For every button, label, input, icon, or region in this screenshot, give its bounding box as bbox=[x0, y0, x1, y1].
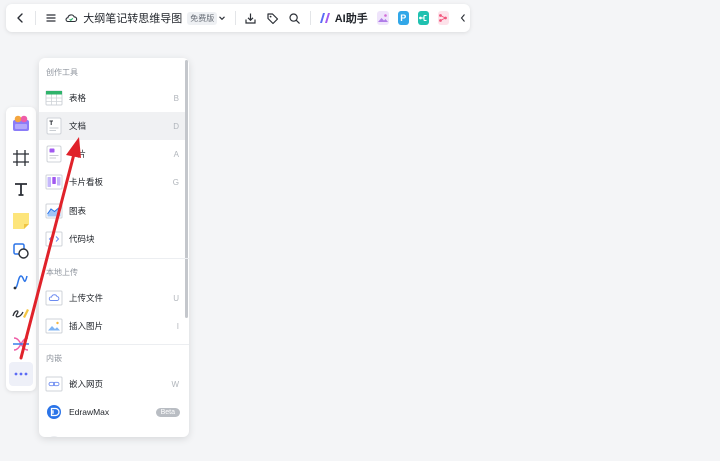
download-button[interactable] bbox=[243, 9, 257, 27]
divider bbox=[35, 11, 36, 25]
card-icon bbox=[46, 145, 62, 163]
mind-app-button[interactable] bbox=[437, 11, 449, 25]
chevron-down-icon bbox=[219, 16, 225, 21]
shortcut-key: B bbox=[173, 93, 179, 103]
menu-item-label: 图表 bbox=[69, 206, 87, 216]
frame-tool[interactable] bbox=[9, 146, 33, 170]
search-icon bbox=[289, 12, 301, 24]
pen-tool[interactable] bbox=[9, 301, 33, 325]
collapse-apps-button[interactable] bbox=[456, 9, 470, 27]
menu-item-document[interactable]: 文档 D bbox=[39, 112, 185, 140]
connector-tool[interactable] bbox=[9, 270, 33, 294]
divider bbox=[309, 11, 311, 25]
frame-icon bbox=[13, 150, 29, 166]
tag-icon bbox=[267, 12, 279, 24]
edrawmax-icon bbox=[47, 405, 61, 419]
menu-item-chart[interactable]: 图表 bbox=[39, 197, 185, 225]
menu-item-card[interactable]: 卡片 A bbox=[39, 140, 185, 168]
ai-assistant-icon bbox=[319, 13, 330, 23]
table-icon bbox=[45, 90, 63, 106]
document-title[interactable]: 大纲笔记转思维导图 bbox=[83, 10, 182, 26]
shortcut-key: A bbox=[173, 149, 179, 159]
section-title-creation-tools: 创作工具 bbox=[46, 68, 78, 77]
shortcut-key: G bbox=[172, 177, 179, 187]
back-button[interactable] bbox=[13, 9, 27, 27]
menu-item-code-block[interactable]: 代码块 bbox=[39, 225, 185, 253]
menu-item-insert-image[interactable]: 插入图片 I bbox=[39, 312, 185, 340]
ai-assistant-button[interactable]: AI助手 bbox=[319, 10, 368, 26]
insert-menu: 创作工具 表格 B 文档 D 卡片 A 卡片看板 G 图表 代码块 本地上传 上… bbox=[39, 58, 189, 437]
shortcut-key: U bbox=[173, 293, 179, 303]
menu-item-label: 卡片看板 bbox=[69, 177, 104, 187]
connector-icon bbox=[13, 275, 28, 290]
text-icon bbox=[15, 183, 27, 196]
templates-icon bbox=[13, 115, 29, 131]
download-icon bbox=[245, 13, 256, 24]
section-title-embed: 内嵌 bbox=[46, 354, 62, 363]
menu-item-table[interactable]: 表格 B bbox=[39, 84, 185, 112]
menu-item-card-board[interactable]: 卡片看板 G bbox=[39, 168, 185, 196]
back-icon bbox=[17, 13, 23, 23]
sticky-note-icon bbox=[13, 213, 29, 229]
search-button[interactable] bbox=[288, 9, 302, 27]
menu-item-label: 嵌入网页 bbox=[69, 379, 104, 389]
menu-divider bbox=[39, 344, 189, 345]
mindmap-icon bbox=[13, 337, 29, 351]
menu-item-label: EdrawMax bbox=[69, 407, 110, 417]
title-dropdown-button[interactable] bbox=[217, 9, 226, 27]
left-toolbar bbox=[6, 107, 36, 391]
embed-webpage-icon bbox=[45, 376, 63, 392]
more-icon bbox=[14, 372, 28, 376]
tag-button[interactable] bbox=[266, 9, 280, 27]
ai-assistant-label: AI助手 bbox=[334, 13, 368, 25]
pen-icon bbox=[12, 309, 29, 318]
divider bbox=[234, 11, 236, 25]
menu-scrollbar[interactable] bbox=[185, 60, 188, 318]
templates-tool[interactable] bbox=[9, 111, 33, 135]
image-app-button[interactable] bbox=[376, 11, 389, 25]
menu-item-label: 表格 bbox=[69, 93, 87, 103]
beta-badge: Beta bbox=[155, 407, 180, 417]
app-icon bbox=[50, 436, 58, 437]
cloud-icon bbox=[65, 14, 78, 23]
flow-app-button[interactable] bbox=[417, 11, 429, 25]
chevron-left-icon bbox=[460, 14, 465, 22]
shortcut-key: I bbox=[176, 321, 179, 331]
cloud-sync-status[interactable] bbox=[64, 9, 78, 27]
menu-item-label: 插入图片 bbox=[69, 321, 104, 331]
plan-badge: 免费版 bbox=[187, 11, 218, 25]
image-app-icon bbox=[377, 14, 388, 22]
more-tools-button[interactable] bbox=[9, 362, 33, 386]
mindmap-tool[interactable] bbox=[9, 332, 33, 356]
menu-item-label: 上传文件 bbox=[69, 293, 104, 303]
text-tool[interactable] bbox=[9, 177, 33, 201]
menu-item-label: 代码块 bbox=[69, 234, 95, 244]
code-block-icon bbox=[45, 231, 63, 247]
section-title-local-upload: 本地上传 bbox=[46, 268, 78, 277]
flow-app-icon bbox=[419, 14, 427, 22]
upload-file-icon bbox=[45, 290, 63, 306]
shape-icon bbox=[13, 243, 29, 259]
document-icon bbox=[46, 117, 62, 135]
menu-divider bbox=[39, 258, 189, 259]
menu-item-more[interactable] bbox=[39, 429, 185, 437]
menu-item-upload-file[interactable]: 上传文件 U bbox=[39, 284, 185, 312]
mind-app-icon bbox=[439, 14, 448, 22]
sticky-note-tool[interactable] bbox=[9, 208, 33, 232]
p-app-icon: P bbox=[400, 13, 407, 23]
shortcut-key: W bbox=[171, 379, 179, 389]
shape-tool[interactable] bbox=[9, 239, 33, 263]
insert-image-icon bbox=[45, 318, 63, 334]
shortcut-key: D bbox=[173, 121, 179, 131]
top-bar: 大纲笔记转思维导图 免费版 AI助手 P bbox=[6, 4, 470, 32]
p-app-button[interactable]: P bbox=[397, 11, 409, 25]
menu-item-label: 卡片 bbox=[69, 149, 87, 159]
menu-button[interactable] bbox=[44, 9, 58, 27]
menu-item-label: 文档 bbox=[69, 121, 87, 131]
menu-item-embed-webpage[interactable]: 嵌入网页 W bbox=[39, 370, 185, 398]
menu-icon bbox=[46, 14, 56, 22]
chart-icon bbox=[45, 203, 63, 219]
menu-item-edrawmax[interactable]: EdrawMax Beta bbox=[39, 398, 185, 426]
card-board-icon bbox=[45, 174, 63, 190]
